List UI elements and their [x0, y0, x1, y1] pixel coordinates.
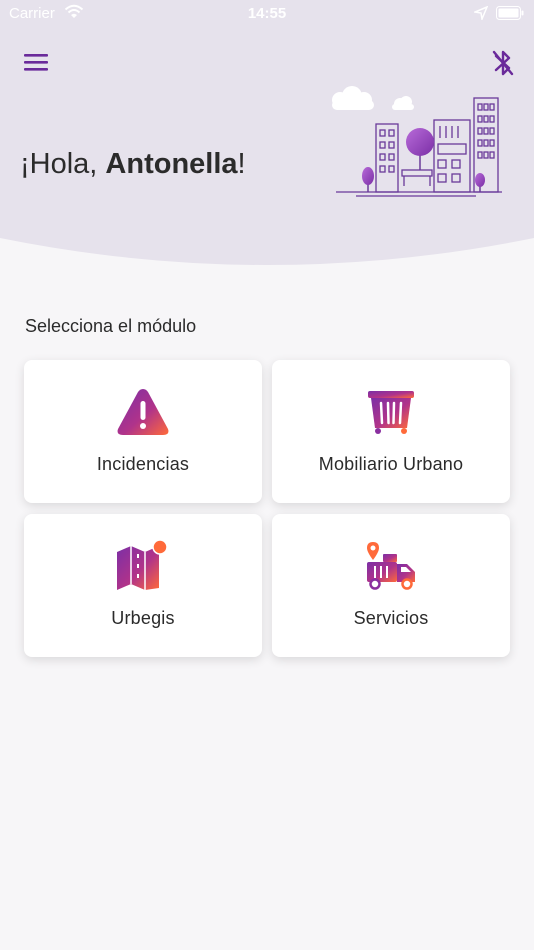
greeting: ¡Hola, Antonella!: [20, 148, 246, 181]
module-card-servicios[interactable]: Servicios: [272, 514, 510, 657]
location-arrow-icon: [474, 6, 488, 20]
trash-bin-icon: [272, 386, 510, 442]
hamburger-menu-icon: [24, 54, 48, 71]
module-label: Incidencias: [96, 454, 190, 474]
menu-button[interactable]: [22, 50, 52, 76]
truck-icon: [272, 540, 510, 596]
clock: 14:55: [247, 5, 287, 22]
module-card-urbegis[interactable]: Urbegis: [24, 514, 262, 657]
section-title: Selecciona el módulo: [25, 316, 197, 336]
greeting-suffix: !: [237, 148, 246, 180]
user-name: Antonella: [105, 148, 238, 180]
bluetooth-off-icon: [492, 50, 514, 76]
battery-icon: [496, 6, 524, 20]
warning-icon: [24, 386, 262, 442]
map-icon: [24, 540, 262, 596]
module-card-incidencias[interactable]: Incidencias: [24, 360, 262, 503]
module-label: Servicios: [353, 608, 429, 628]
header: Carrier 14:55 ¡Hola, Antonella!: [0, 0, 534, 265]
module-card-mobiliario-urbano[interactable]: Mobiliario Urbano: [272, 360, 510, 503]
greeting-prefix: ¡Hola,: [20, 148, 106, 180]
module-label: Urbegis: [111, 608, 175, 628]
status-bar: Carrier 14:55: [0, 0, 534, 28]
city-illustration: [332, 86, 502, 197]
module-label: Mobiliario Urbano: [318, 454, 464, 474]
bluetooth-button[interactable]: [488, 46, 518, 80]
